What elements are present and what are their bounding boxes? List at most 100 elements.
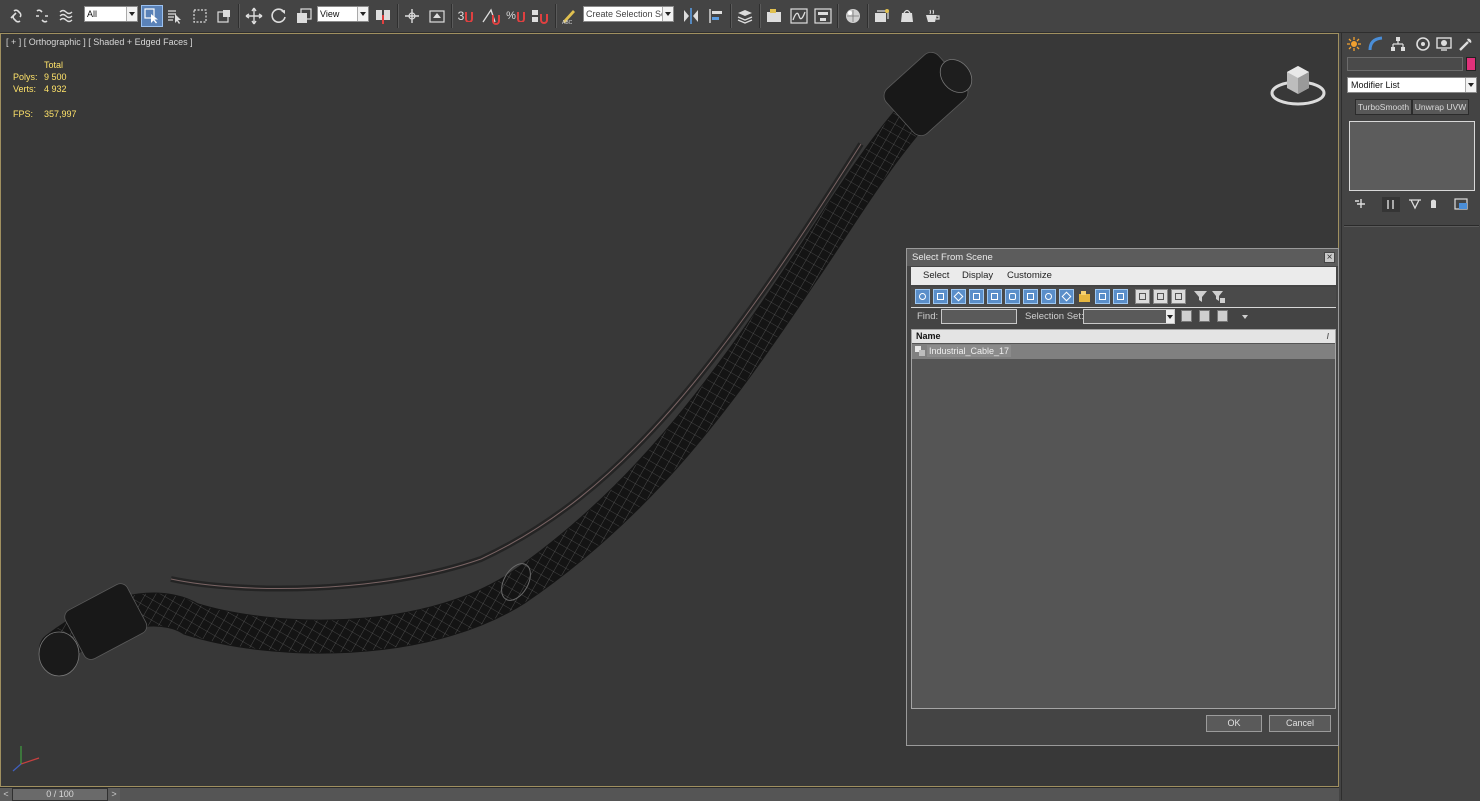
display-xrefs-icon[interactable] bbox=[1041, 289, 1056, 304]
previous-frame-button[interactable]: < bbox=[0, 788, 12, 801]
chevron-down-icon[interactable] bbox=[1242, 315, 1248, 319]
schematic-view-icon[interactable] bbox=[812, 5, 834, 27]
window-crossing-icon[interactable] bbox=[213, 5, 235, 27]
material-editor-icon[interactable] bbox=[842, 5, 864, 27]
layer-manager-icon[interactable] bbox=[734, 5, 756, 27]
keyboard-shortcut-override-icon[interactable] bbox=[426, 5, 448, 27]
list-item[interactable]: Industrial_Cable_17 bbox=[912, 344, 1335, 359]
stats-verts-value: 4 932 bbox=[44, 84, 67, 94]
sort-indicator: / bbox=[1326, 332, 1329, 341]
display-helpers-icon[interactable] bbox=[987, 289, 1002, 304]
next-frame-button[interactable]: > bbox=[108, 788, 120, 801]
display-shapes-icon[interactable] bbox=[933, 289, 948, 304]
viewport-label[interactable]: [ + ] [ Orthographic ] [ Shaded + Edged … bbox=[6, 37, 193, 47]
hierarchy-tab-icon[interactable] bbox=[1389, 35, 1407, 53]
create-tab-icon[interactable] bbox=[1345, 35, 1363, 53]
select-and-manipulate-icon[interactable] bbox=[401, 5, 423, 27]
toolbar-separator bbox=[730, 4, 732, 28]
display-invert-icon[interactable] bbox=[1171, 289, 1186, 304]
command-panel: Modifier List TurboSmooth Unwrap UVW bbox=[1341, 33, 1480, 800]
rotate-icon[interactable] bbox=[268, 5, 290, 27]
close-icon[interactable]: × bbox=[1324, 252, 1335, 263]
display-groups-icon[interactable] bbox=[1023, 289, 1038, 304]
object-name-field[interactable] bbox=[1347, 57, 1463, 71]
display-none-icon[interactable] bbox=[1153, 289, 1168, 304]
modifier-list-label: Modifier List bbox=[1351, 80, 1400, 90]
named-selection-set-dropdown[interactable]: Create Selection Se bbox=[583, 6, 674, 22]
unlink-icon[interactable] bbox=[31, 5, 53, 27]
spinner-snap-icon[interactable] bbox=[529, 5, 551, 27]
unwrap-uvw-button[interactable]: Unwrap UVW bbox=[1412, 99, 1469, 115]
motion-tab-icon[interactable] bbox=[1414, 35, 1432, 53]
mirror-icon[interactable] bbox=[680, 5, 702, 27]
stats-total-label: Total bbox=[44, 60, 64, 70]
display-cameras-icon[interactable] bbox=[969, 289, 984, 304]
curve-editor-icon[interactable] bbox=[788, 5, 810, 27]
rendered-frame-window-icon[interactable] bbox=[896, 5, 918, 27]
create-selection-set-icon[interactable] bbox=[1181, 310, 1192, 322]
display-tab-icon[interactable] bbox=[1435, 35, 1453, 53]
add-to-selection-set-icon[interactable] bbox=[1199, 310, 1210, 322]
display-space-warps-icon[interactable] bbox=[1005, 289, 1020, 304]
menu-customize[interactable]: Customize bbox=[1007, 267, 1052, 285]
select-by-name-icon[interactable] bbox=[164, 5, 186, 27]
cancel-button[interactable]: Cancel bbox=[1269, 715, 1331, 732]
turbosmooth-button[interactable]: TurboSmooth bbox=[1355, 99, 1412, 115]
edit-named-selection-icon[interactable]: ABC bbox=[558, 5, 580, 27]
object-list[interactable]: Name / Industrial_Cable_17 bbox=[911, 329, 1336, 709]
find-input[interactable] bbox=[941, 309, 1017, 324]
modifier-list-dropdown[interactable]: Modifier List bbox=[1347, 77, 1477, 93]
dialog-title[interactable]: Select From Scene bbox=[907, 249, 1338, 266]
selection-filter-dropdown[interactable]: All bbox=[84, 6, 138, 22]
menu-display[interactable]: Display bbox=[962, 267, 993, 285]
remove-from-selection-set-icon[interactable] bbox=[1217, 310, 1228, 322]
scene-explorer-icon[interactable] bbox=[763, 5, 785, 27]
time-slider-thumb[interactable]: 0 / 100 bbox=[12, 788, 108, 801]
main-toolbar: All View 3 % ABC Create Selection Se bbox=[0, 0, 1480, 33]
dialog-menubar: Select Display Customize bbox=[911, 267, 1336, 285]
toolbar-separator bbox=[451, 4, 453, 28]
svg-text:ABC: ABC bbox=[562, 20, 573, 25]
filter-icon[interactable] bbox=[1193, 289, 1208, 304]
percent-snap-icon[interactable]: % bbox=[505, 5, 527, 27]
move-icon[interactable] bbox=[243, 5, 265, 27]
display-lights-icon[interactable] bbox=[951, 289, 966, 304]
render-production-icon[interactable] bbox=[921, 5, 943, 27]
stats-fps-label: FPS: bbox=[13, 109, 34, 119]
select-object-button[interactable] bbox=[141, 5, 163, 27]
reference-coordinate-dropdown[interactable]: View bbox=[317, 6, 369, 22]
toolbar-separator bbox=[238, 4, 240, 28]
display-containers-icon[interactable] bbox=[1077, 289, 1092, 304]
rectangular-selection-icon[interactable] bbox=[189, 5, 211, 27]
utilities-tab-icon[interactable] bbox=[1457, 35, 1475, 53]
viewcube-icon[interactable] bbox=[1269, 58, 1327, 111]
selection-filter-value: All bbox=[87, 9, 98, 19]
bind-space-warp-icon[interactable] bbox=[56, 5, 78, 27]
angle-snap-icon[interactable] bbox=[480, 5, 502, 27]
axis-tripod-icon bbox=[7, 740, 47, 779]
pivot-center-icon[interactable] bbox=[372, 5, 394, 27]
align-icon[interactable] bbox=[705, 5, 727, 27]
snaps-toggle-icon[interactable]: 3 bbox=[455, 5, 477, 27]
display-bones-icon[interactable] bbox=[1059, 289, 1074, 304]
selection-set-dropdown[interactable] bbox=[1083, 309, 1175, 324]
scale-icon[interactable] bbox=[293, 5, 315, 27]
chevron-down-icon bbox=[357, 7, 368, 21]
toolbar-separator bbox=[555, 4, 557, 28]
object-color-swatch[interactable] bbox=[1466, 57, 1476, 71]
render-setup-icon[interactable] bbox=[871, 5, 893, 27]
ok-button[interactable]: OK bbox=[1206, 715, 1262, 732]
link-icon[interactable] bbox=[6, 5, 28, 27]
menu-select[interactable]: Select bbox=[923, 267, 949, 285]
modifier-stack[interactable] bbox=[1349, 121, 1475, 191]
named-selection-set-value: Create Selection Se bbox=[586, 9, 667, 19]
display-geometry-icon[interactable] bbox=[915, 289, 930, 304]
filter-settings-icon[interactable] bbox=[1211, 289, 1226, 304]
dialog-toolbar bbox=[911, 287, 1336, 308]
modify-tab-icon[interactable] bbox=[1367, 35, 1385, 53]
display-all-icon[interactable] bbox=[1135, 289, 1150, 304]
stats-polys-label: Polys: bbox=[13, 72, 38, 82]
display-frozen-icon[interactable] bbox=[1095, 289, 1110, 304]
display-hidden-icon[interactable] bbox=[1113, 289, 1128, 304]
list-header-name[interactable]: Name / bbox=[912, 330, 1335, 343]
